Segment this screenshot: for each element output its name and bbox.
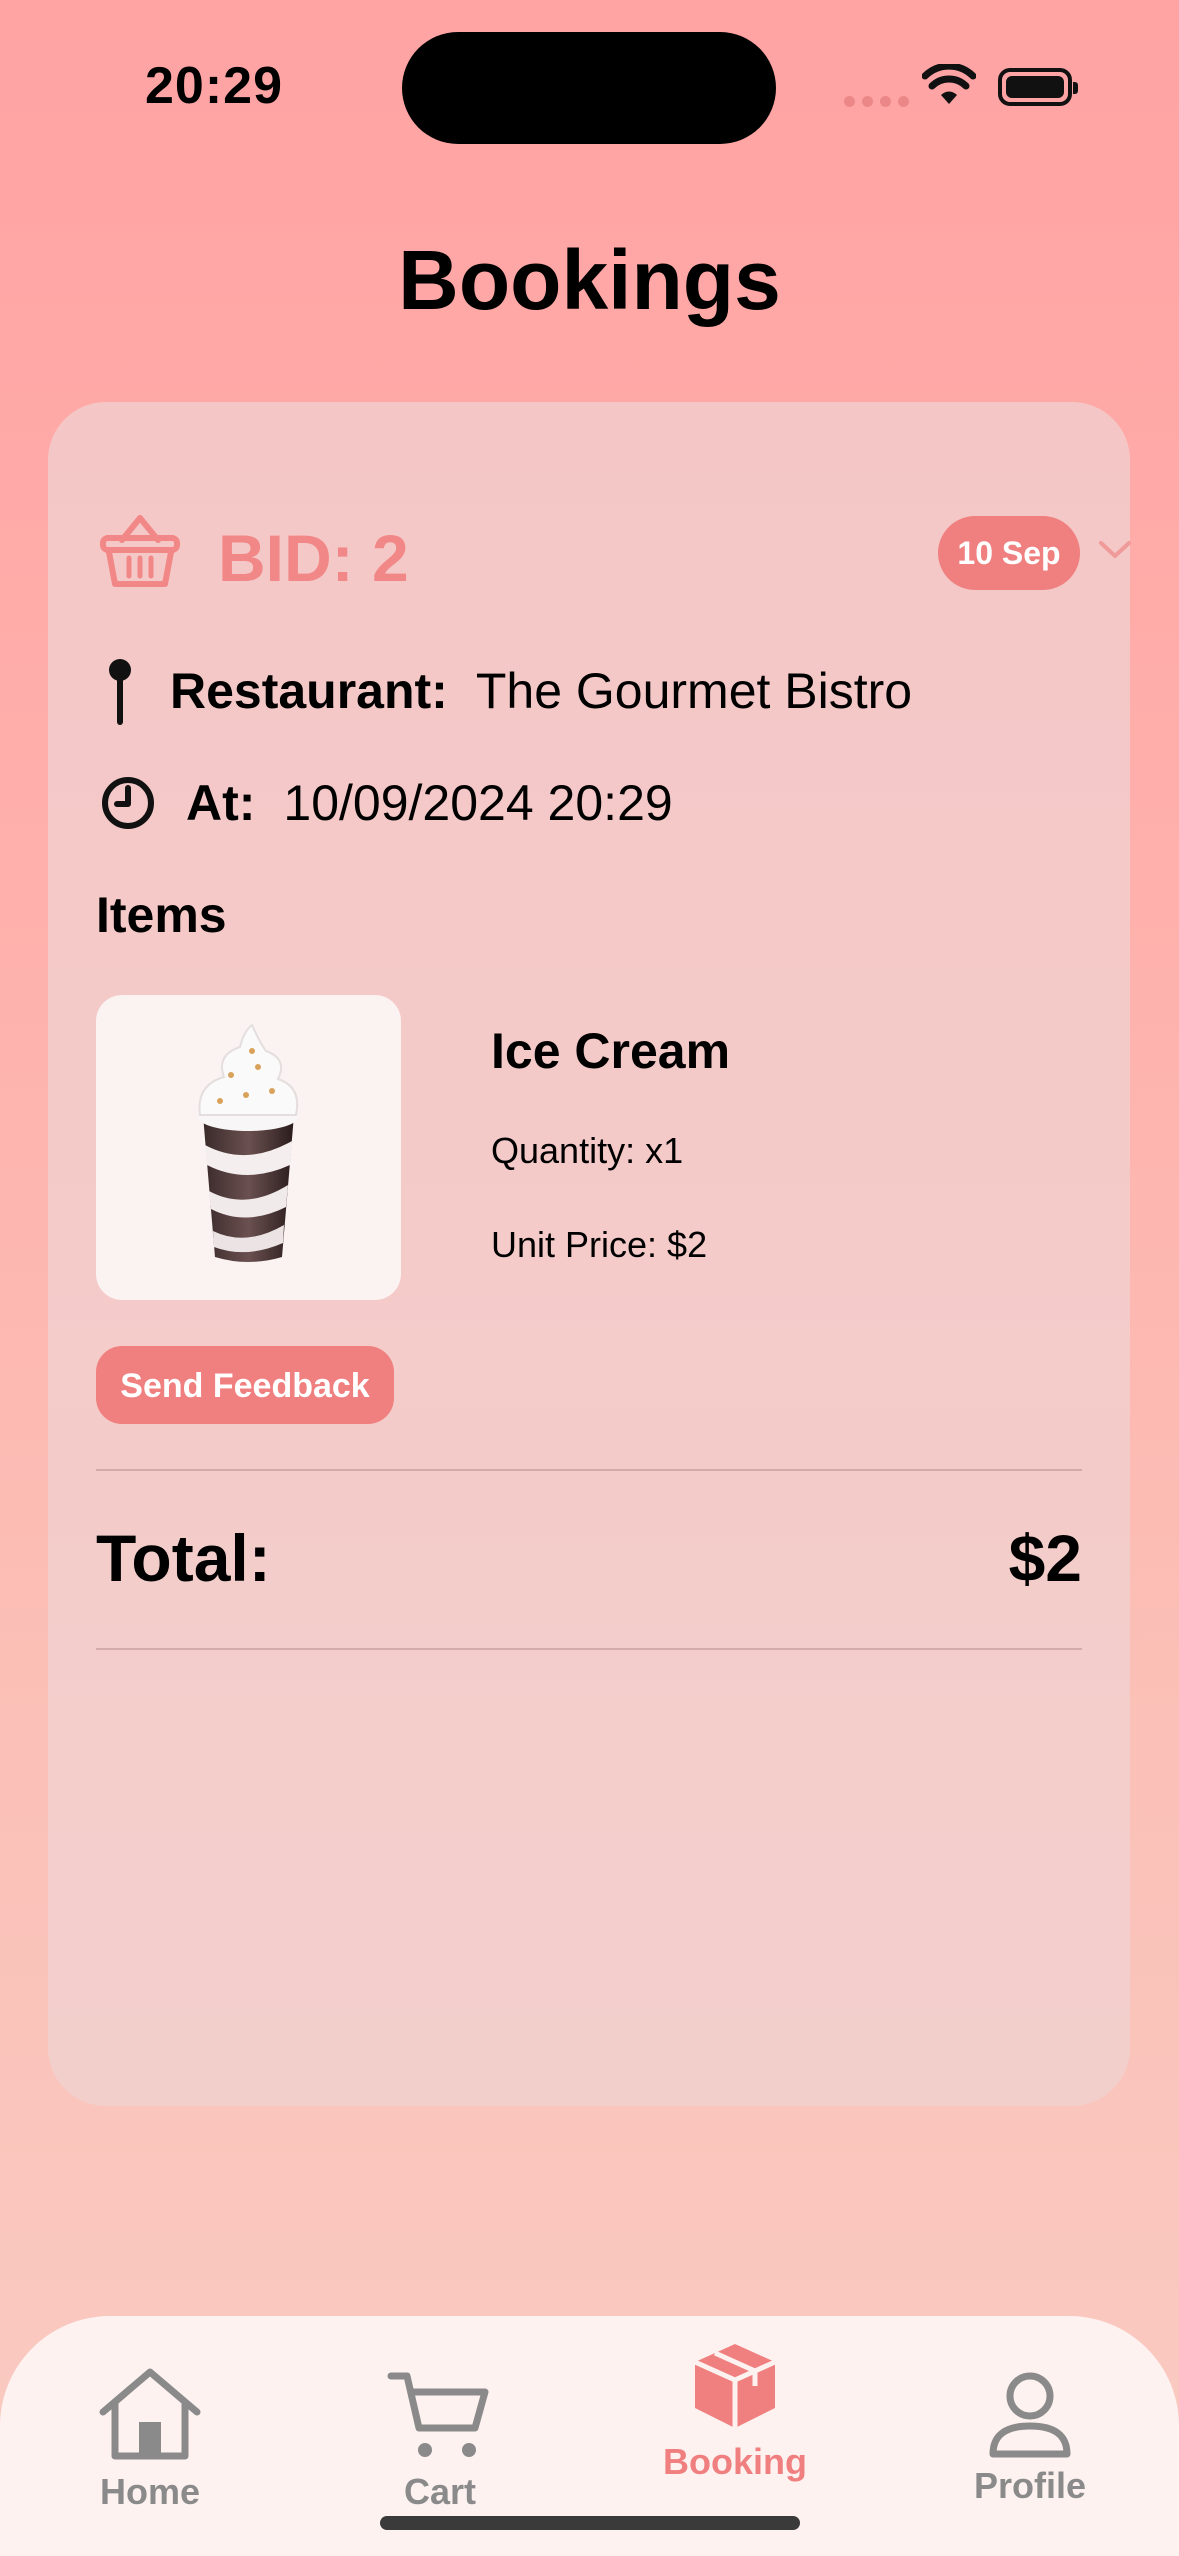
person-icon bbox=[989, 2372, 1071, 2458]
home-indicator[interactable] bbox=[380, 2516, 800, 2530]
tab-profile[interactable]: Profile bbox=[960, 2316, 1100, 2507]
basket-icon bbox=[100, 515, 180, 587]
item-quantity: Quantity: x1 bbox=[491, 1130, 684, 1171]
restaurant-name: The Gourmet Bistro bbox=[475, 663, 913, 719]
tab-home-label: Home bbox=[99, 2471, 201, 2512]
tab-cart[interactable]: Cart bbox=[380, 2316, 500, 2513]
send-feedback-button[interactable]: Send Feedback bbox=[96, 1346, 394, 1424]
divider bbox=[96, 1469, 1082, 1471]
status-bar: 20:29 bbox=[0, 0, 1179, 180]
date-badge: 10 Sep bbox=[938, 516, 1080, 590]
booking-header[interactable]: BID: 2 10 Sep bbox=[100, 510, 1131, 600]
ice-cream-image bbox=[198, 1023, 299, 1262]
booking-datetime: 10/09/2024 20:29 bbox=[283, 775, 673, 831]
total-value: $2 bbox=[1008, 1521, 1082, 1595]
datetime-row: At: 10/09/2024 20:29 bbox=[100, 768, 673, 838]
home-icon bbox=[99, 2368, 201, 2460]
tab-booking[interactable]: Booking bbox=[650, 2316, 820, 2483]
cart-icon bbox=[387, 2372, 489, 2457]
item-unit-price: Unit Price: $2 bbox=[491, 1224, 708, 1265]
booking-card: BID: 2 10 Sep Restaurant: The Gourmet Bi… bbox=[48, 402, 1131, 2106]
restaurant-label: Restaurant: bbox=[170, 663, 448, 719]
tab-home[interactable]: Home bbox=[90, 2316, 210, 2513]
at-label: At: bbox=[186, 775, 256, 831]
item-image bbox=[96, 995, 401, 1300]
divider bbox=[96, 1648, 1082, 1650]
tab-profile-label: Profile bbox=[973, 2465, 1087, 2506]
restaurant-row: Restaurant: The Gourmet Bistro bbox=[100, 656, 912, 726]
wifi-icon bbox=[922, 64, 976, 104]
item-name: Ice Cream bbox=[491, 1023, 731, 1079]
cellular-signal-icon bbox=[844, 94, 916, 112]
total-label: Total: bbox=[96, 1521, 271, 1595]
clock-icon bbox=[102, 777, 154, 829]
chevron-down-icon[interactable] bbox=[1098, 540, 1132, 560]
booking-id: BID: 2 bbox=[218, 521, 409, 595]
page-title: Bookings bbox=[398, 233, 781, 327]
box-icon bbox=[693, 2344, 777, 2428]
items-heading: Items bbox=[96, 887, 227, 943]
battery-icon bbox=[998, 68, 1078, 106]
tab-booking-label: Booking bbox=[663, 2441, 807, 2482]
tab-cart-label: Cart bbox=[403, 2471, 477, 2512]
status-time: 20:29 bbox=[145, 57, 283, 115]
pin-icon bbox=[109, 659, 131, 725]
dynamic-island bbox=[402, 32, 776, 144]
